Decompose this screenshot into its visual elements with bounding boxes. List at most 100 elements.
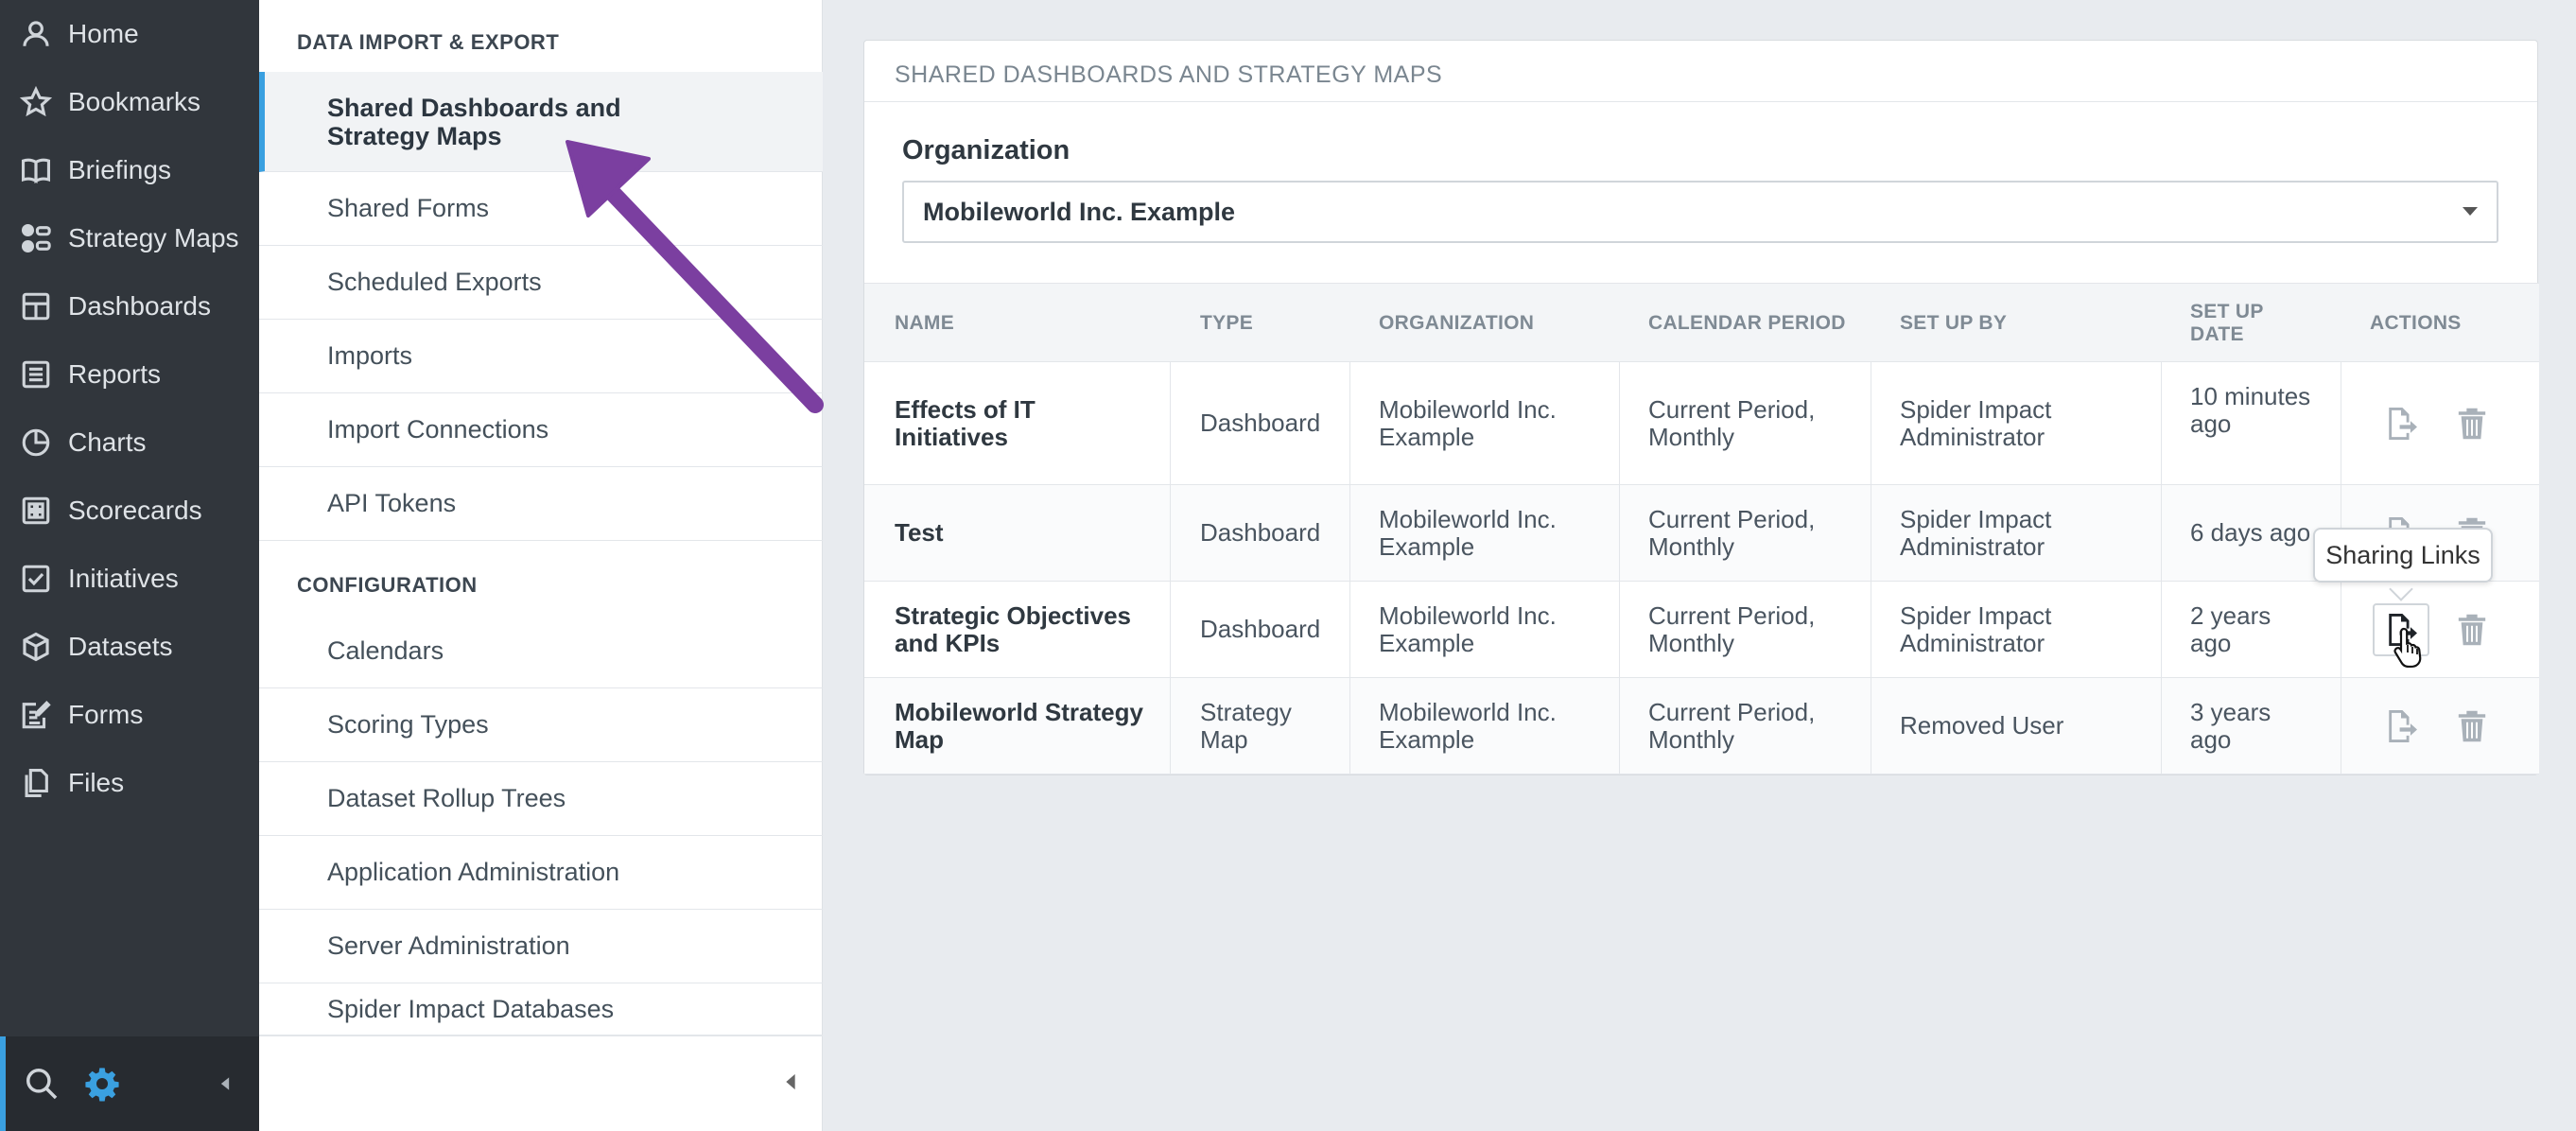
row-type: Dashboard	[1200, 409, 1321, 437]
nav-label: Briefings	[68, 155, 171, 184]
menu-item-label: API Tokens	[327, 489, 457, 517]
menu-item-api-tokens[interactable]: API Tokens	[259, 467, 823, 541]
menu-item-label: Scoring Types	[327, 710, 489, 739]
menu-item-server-administration[interactable]: Server Administration	[259, 910, 823, 983]
delete-button[interactable]	[2444, 397, 2500, 450]
nav-item-reports[interactable]: Reports	[0, 346, 259, 403]
menu-item-label: Calendars	[327, 636, 444, 665]
menu-item-application-administration[interactable]: Application Administration	[259, 836, 823, 910]
nav-label: Reports	[68, 359, 162, 389]
collapse-left-icon[interactable]	[206, 1065, 244, 1103]
menu-item-scoring-types[interactable]: Scoring Types	[259, 688, 823, 762]
nav-item-dashboards[interactable]: Dashboards	[0, 278, 259, 335]
row-name[interactable]: Test	[895, 519, 944, 547]
share-file-icon	[2389, 408, 2417, 440]
main-nav: Home Bookmarks Briefings Strategy Maps D…	[0, 0, 259, 1131]
nav-item-scorecards[interactable]: Scorecards	[0, 482, 259, 539]
section-heading-configuration: CONFIGURATION	[297, 573, 478, 597]
table-header: NAME TYPE ORGANIZATION CALENDAR PERIOD S…	[864, 283, 2539, 362]
row-type: Strategy Map	[1200, 698, 1292, 754]
table-row[interactable]: Effects of IT Initiatives Dashboard Mobi…	[864, 362, 2539, 485]
nav-item-strategy-maps[interactable]: Strategy Maps	[0, 210, 259, 267]
hand-cursor-icon	[2393, 627, 2422, 668]
menu-item-shared-dashboards[interactable]: Shared Dashboards and Strategy Maps	[259, 72, 823, 172]
row-calendar-period: Current Period, Monthly	[1648, 395, 1816, 451]
organization-value: Mobileworld Inc. Example	[923, 197, 1236, 226]
row-organization: Mobileworld Inc. Example	[1379, 698, 1557, 754]
book-icon	[19, 153, 53, 187]
col-type[interactable]: TYPE	[1200, 312, 1253, 335]
organization-label: Organization	[902, 135, 1070, 165]
menu-item-scheduled-exports[interactable]: Scheduled Exports	[259, 246, 823, 320]
col-set-up-date[interactable]: SET UP DATE	[2190, 301, 2275, 346]
menu-item-imports[interactable]: Imports	[259, 320, 823, 393]
menu-item-dataset-rollup-trees[interactable]: Dataset Rollup Trees	[259, 762, 823, 836]
menu-item-spider-impact-databases[interactable]: Spider Impact Databases	[259, 983, 823, 1036]
nav-item-home[interactable]: Home	[0, 6, 259, 62]
menu-item-import-connections[interactable]: Import Connections	[259, 393, 823, 467]
menu-item-calendars[interactable]: Calendars	[259, 615, 823, 688]
row-calendar-period: Current Period, Monthly	[1648, 698, 1816, 754]
table-row[interactable]: Mobileworld Strategy Map Strategy Map Mo…	[864, 678, 2539, 774]
row-calendar-period: Current Period, Monthly	[1648, 601, 1816, 657]
sharing-links-button[interactable]	[2373, 700, 2429, 753]
delete-button[interactable]	[2444, 700, 2500, 753]
organization-select[interactable]: Mobileworld Inc. Example	[902, 181, 2498, 243]
nav-label: Initiatives	[68, 564, 179, 593]
user-icon	[19, 17, 53, 51]
menu-item-shared-forms[interactable]: Shared Forms	[259, 172, 823, 246]
nav-item-bookmarks[interactable]: Bookmarks	[0, 74, 259, 130]
delete-button[interactable]	[2444, 603, 2500, 656]
nav-label: Bookmarks	[68, 87, 201, 116]
menu-item-label: Server Administration	[327, 931, 570, 960]
page-title: SHARED DASHBOARDS AND STRATEGY MAPS	[895, 61, 1443, 88]
gear-icon[interactable]	[83, 1065, 121, 1103]
nav-item-briefings[interactable]: Briefings	[0, 142, 259, 199]
checkbox-icon	[19, 562, 53, 596]
row-name[interactable]: Mobileworld Strategy Map	[895, 699, 1159, 754]
nav-label: Scorecards	[68, 496, 202, 525]
cube-icon	[19, 630, 53, 664]
trash-icon	[2458, 408, 2486, 440]
menu-item-label: Imports	[327, 341, 413, 370]
shared-items-card: SHARED DASHBOARDS AND STRATEGY MAPS Orga…	[863, 40, 2539, 775]
row-set-up-by: Removed User	[1900, 711, 2064, 740]
col-set-up-by[interactable]: SET UP BY	[1900, 312, 2007, 335]
nav-label: Forms	[68, 700, 144, 729]
col-organization[interactable]: ORGANIZATION	[1379, 312, 1534, 335]
files-icon	[19, 766, 53, 800]
nav-item-forms[interactable]: Forms	[0, 687, 259, 743]
nav-label: Dashboards	[68, 291, 211, 321]
table-row[interactable]: Strategic Objectives and KPIs Dashboard …	[864, 582, 2539, 678]
strategy-map-icon	[19, 221, 53, 255]
row-set-up-date: 6 days ago	[2190, 518, 2311, 547]
row-name[interactable]: Strategic Objectives and KPIs	[895, 602, 1140, 657]
active-accent	[0, 1036, 6, 1131]
nav-item-charts[interactable]: Charts	[0, 414, 259, 471]
menu-item-label: Shared Forms	[327, 194, 490, 222]
settings-menu: DATA IMPORT & EXPORT Shared Dashboards a…	[259, 0, 823, 1131]
trash-icon	[2458, 614, 2486, 646]
row-set-up-date: 3 years ago	[2190, 698, 2271, 754]
sharing-links-button[interactable]	[2373, 397, 2429, 450]
form-icon	[19, 698, 53, 732]
nav-item-files[interactable]: Files	[0, 755, 259, 811]
row-calendar-period: Current Period, Monthly	[1648, 505, 1816, 561]
nav-label: Charts	[68, 427, 147, 457]
section-heading-data-import-export: DATA IMPORT & EXPORT	[297, 30, 560, 54]
menu-item-label: Scheduled Exports	[327, 268, 542, 296]
pie-chart-icon	[19, 426, 53, 460]
row-name[interactable]: Effects of IT Initiatives	[895, 396, 1140, 451]
share-file-icon	[2389, 710, 2417, 742]
col-calendar-period[interactable]: CALENDAR PERIOD	[1648, 312, 1846, 335]
nav-item-datasets[interactable]: Datasets	[0, 618, 259, 675]
collapse-menu-icon[interactable]	[777, 1069, 806, 1097]
table-row[interactable]: Test Dashboard Mobileworld Inc. Example …	[864, 485, 2539, 582]
nav-item-initiatives[interactable]: Initiatives	[0, 550, 259, 607]
chevron-down-icon	[2463, 207, 2478, 216]
col-name[interactable]: NAME	[895, 312, 954, 335]
row-type: Dashboard	[1200, 615, 1321, 643]
row-organization: Mobileworld Inc. Example	[1379, 601, 1557, 657]
nav-label: Datasets	[68, 632, 173, 661]
search-icon[interactable]	[23, 1065, 61, 1103]
